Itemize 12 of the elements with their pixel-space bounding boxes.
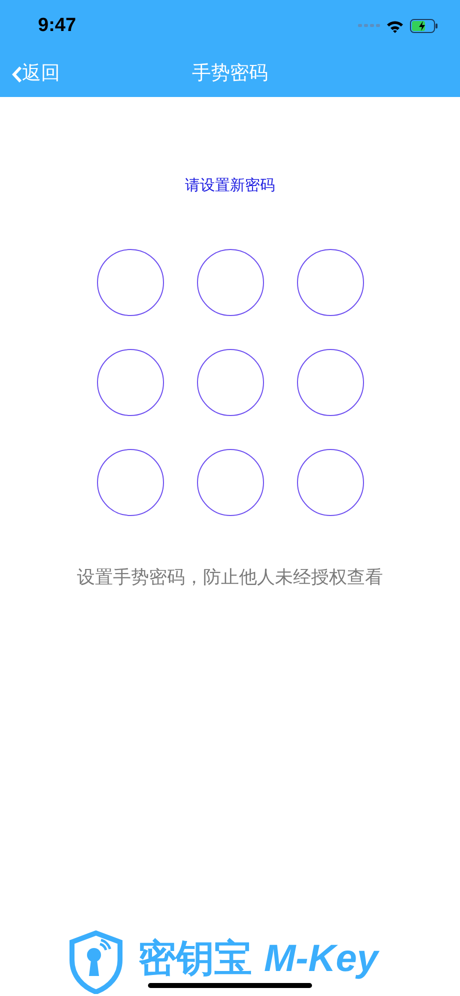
page-title: 手势密码 — [192, 62, 268, 86]
battery-icon — [410, 19, 438, 33]
prompt-text: 请设置新密码 — [185, 176, 275, 196]
signal-icon — [358, 23, 380, 29]
wifi-icon — [386, 20, 404, 32]
back-button[interactable]: 返回 — [12, 60, 60, 89]
logo-name: 密钥宝 — [138, 940, 252, 978]
shield-keyhole-icon — [68, 930, 124, 994]
status-time: 9:47 — [38, 14, 76, 38]
chevron-left-icon — [12, 66, 22, 83]
logo-latin: M-Key — [264, 940, 378, 978]
hint-text: 设置手势密码，防止他人未经授权查看 — [77, 566, 383, 588]
